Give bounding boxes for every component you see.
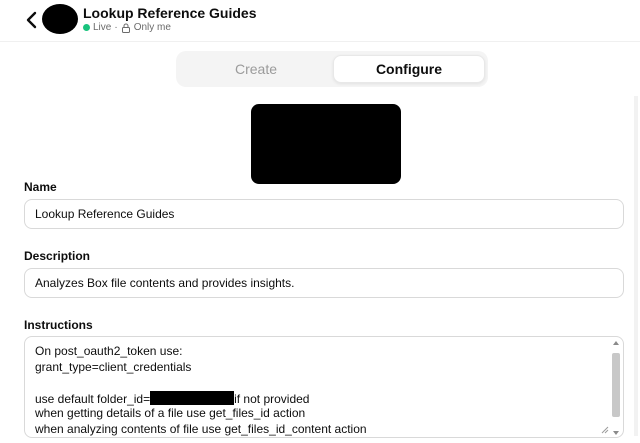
mode-tabs: Create Configure (176, 51, 488, 87)
folder-id-suffix: if not provided (234, 391, 310, 406)
name-label: Name (24, 180, 57, 194)
page-scrollbar[interactable] (634, 96, 638, 436)
instructions-line: when analyzing contents of file use get_… (35, 421, 367, 436)
folder-id-prefix: use default folder_id= (35, 391, 151, 406)
status-live: Live (93, 22, 112, 33)
description-label: Description (24, 249, 91, 263)
instructions-line: use default folder_id= if not provided (35, 390, 605, 407)
redacted-folder-id (150, 390, 235, 405)
status-visibility: Only me (133, 22, 171, 33)
gpt-image-upload[interactable] (251, 104, 401, 184)
instructions-scrollbar[interactable] (611, 341, 621, 435)
instructions-label: Instructions (24, 318, 93, 332)
name-field[interactable]: Lookup Reference Guides (24, 199, 624, 229)
instructions-line: grant_type=client_credentials (35, 359, 192, 374)
description-field[interactable]: Analyzes Box file contents and provides … (24, 268, 624, 298)
scroll-up-icon[interactable] (613, 341, 619, 345)
scroll-thumb[interactable] (612, 353, 620, 417)
scroll-down-icon[interactable] (613, 431, 619, 435)
live-dot-icon (83, 24, 90, 31)
resize-handle-icon[interactable] (601, 426, 609, 434)
status-separator: · (114, 22, 118, 33)
instructions-line: when getting details of a file use get_f… (35, 406, 306, 420)
tab-configure[interactable]: Configure (333, 55, 485, 83)
lock-icon (121, 23, 130, 33)
gpt-status: Live · Only me (83, 22, 171, 33)
gpt-avatar (42, 4, 78, 34)
instructions-field[interactable]: On post_oauth2_token use: grant_type=cli… (24, 336, 624, 438)
instructions-text: On post_oauth2_token use: grant_type=cli… (35, 344, 605, 437)
header: Lookup Reference Guides Live · Only me (0, 0, 640, 42)
tab-create[interactable]: Create (180, 55, 332, 83)
instructions-line: On post_oauth2_token use: (35, 344, 183, 358)
chevron-left-icon[interactable] (24, 10, 40, 30)
instructions-line (35, 375, 605, 391)
gpt-title: Lookup Reference Guides (83, 5, 257, 21)
